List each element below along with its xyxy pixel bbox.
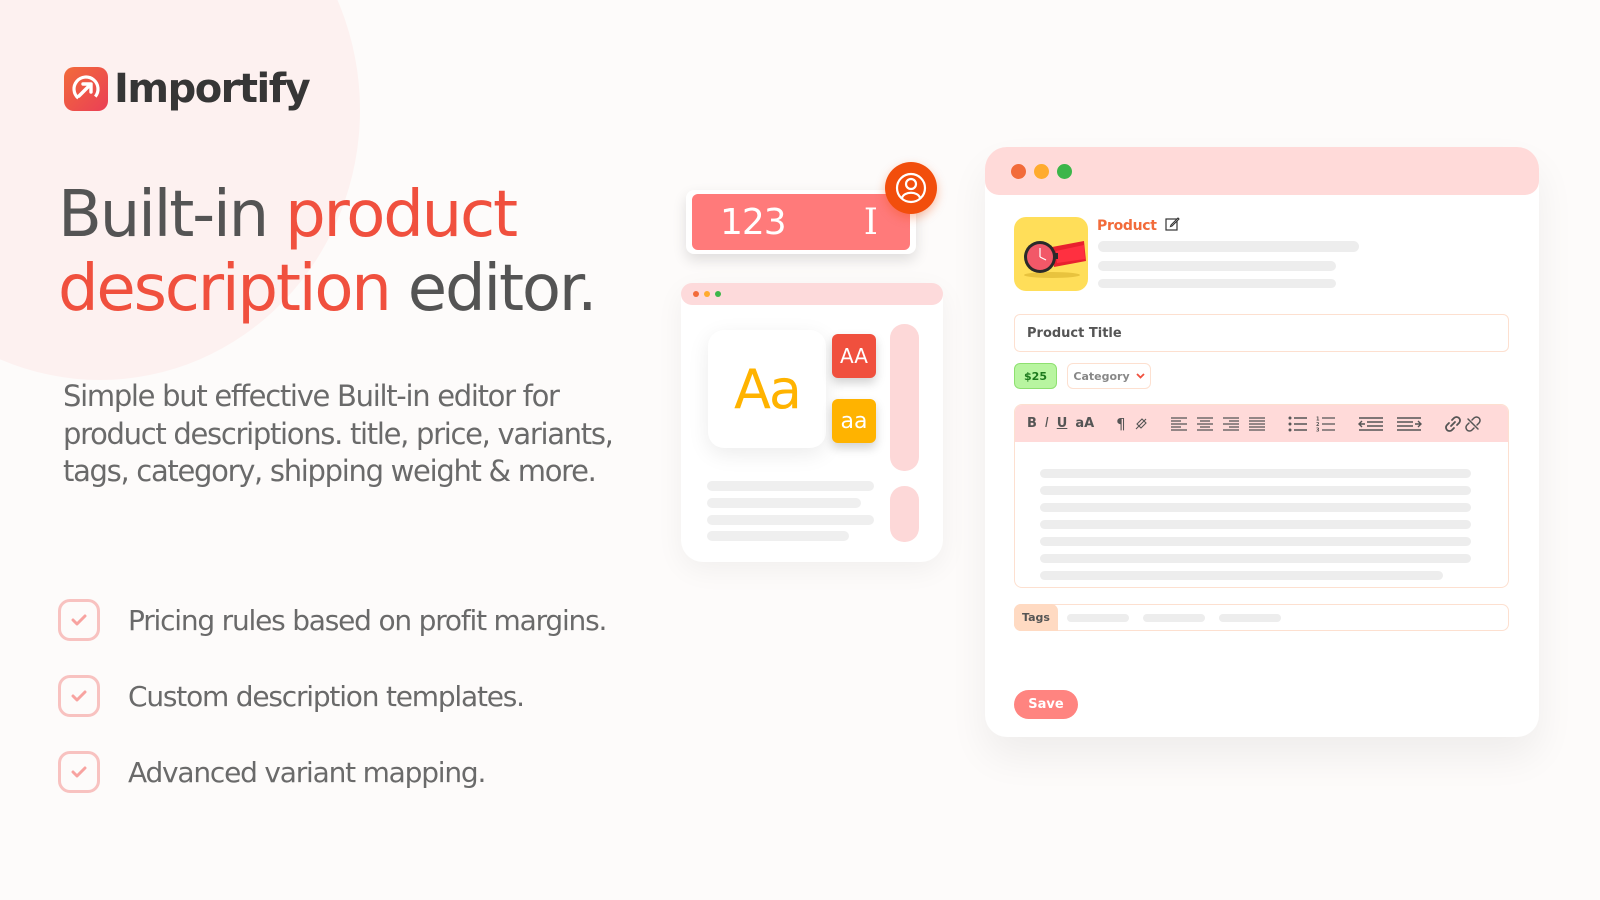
logo-mark-icon (64, 67, 108, 111)
chevron-down-icon (1135, 371, 1145, 382)
feature-list: Pricing rules based on profit margins. C… (58, 598, 607, 826)
numbered-list-icon[interactable]: 123 (1316, 412, 1336, 436)
headline-accent: product (285, 178, 518, 252)
brand-name: Importify (114, 66, 311, 112)
number-input-value: 123 (720, 201, 787, 243)
feature-item: Pricing rules based on profit margins. (58, 598, 607, 642)
scrollbar-track[interactable] (890, 324, 919, 471)
number-input[interactable]: 123 I (692, 194, 910, 250)
align-justify-icon[interactable] (1248, 412, 1266, 436)
clear-format-icon[interactable] (1134, 412, 1148, 436)
number-input-card: 123 I (686, 190, 916, 254)
bold-button[interactable]: B (1027, 412, 1037, 436)
category-dropdown[interactable]: Category (1067, 363, 1151, 389)
window-dot-yellow (704, 291, 710, 297)
link-icon[interactable] (1444, 412, 1462, 436)
check-square-icon (58, 751, 100, 793)
placeholder-line (707, 498, 861, 508)
lowercase-button[interactable]: aa (832, 399, 876, 443)
placeholder-line (1040, 554, 1471, 563)
indent-icon[interactable] (1396, 412, 1422, 436)
save-button[interactable]: Save (1014, 690, 1078, 719)
check-square-icon (58, 675, 100, 717)
placeholder-line (707, 481, 874, 491)
window-dot-yellow[interactable] (1034, 163, 1049, 179)
feature-item: Custom description templates. (58, 674, 606, 718)
product-editor-window: Product Product Title $25 Category B I U… (985, 147, 1539, 737)
product-label: Product (1097, 216, 1180, 235)
check-square-icon (58, 599, 100, 641)
align-left-icon[interactable] (1170, 412, 1188, 436)
placeholder-line (1040, 469, 1471, 478)
headline-accent: description (58, 252, 392, 326)
text-cursor-icon: I (863, 201, 878, 243)
uppercase-button[interactable]: AA (832, 334, 876, 378)
hero-subtext: Simple but effective Built-in editor for… (63, 379, 614, 488)
formatting-toolbar: B I U aA ¶ 1 2 3 (1015, 405, 1508, 442)
window-dot-red[interactable] (1011, 163, 1026, 179)
headline-text: Built-in (58, 178, 286, 252)
change-case-button[interactable]: aA (1075, 412, 1094, 436)
unlink-icon[interactable] (1464, 412, 1482, 436)
brand-logo: Importify (64, 66, 311, 112)
window-titlebar (681, 283, 943, 305)
placeholder-line (1040, 537, 1471, 546)
window-titlebar (985, 147, 1539, 195)
underline-button[interactable]: U (1057, 412, 1068, 436)
outdent-icon[interactable] (1357, 412, 1384, 436)
paragraph-icon[interactable]: ¶ (1116, 412, 1126, 436)
placeholder-line (1098, 279, 1336, 288)
font-preview-card: Aa (708, 330, 826, 448)
placeholder-line (1040, 520, 1471, 529)
tags-field[interactable]: Tags (1014, 604, 1509, 631)
edit-icon[interactable] (1165, 216, 1180, 235)
align-center-icon[interactable] (1196, 412, 1214, 436)
font-sample: Aa (733, 357, 802, 421)
placeholder-line (707, 531, 849, 541)
window-dot-green[interactable] (1057, 163, 1072, 179)
scrollbar-thumb[interactable] (890, 486, 919, 542)
align-right-icon[interactable] (1222, 412, 1240, 436)
placeholder-line (1040, 503, 1471, 512)
user-circle-icon (885, 162, 937, 214)
price-badge[interactable]: $25 (1014, 363, 1057, 389)
tags-label: Tags (1014, 604, 1058, 631)
tag-chip[interactable] (1143, 614, 1205, 622)
feature-item: Advanced variant mapping. (58, 750, 606, 794)
window-dot-red (693, 291, 699, 297)
feature-label: Advanced variant mapping. (128, 755, 486, 789)
italic-button[interactable]: I (1045, 412, 1049, 436)
feature-label: Custom description templates. (128, 679, 525, 713)
product-image (1014, 217, 1088, 291)
window-dot-green (715, 291, 721, 297)
product-label-text: Product (1097, 217, 1157, 234)
bullet-list-icon[interactable] (1288, 412, 1308, 436)
placeholder-line (1040, 486, 1471, 495)
tag-chip[interactable] (1067, 614, 1129, 622)
tag-chip[interactable] (1219, 614, 1281, 622)
category-label: Category (1073, 369, 1130, 383)
feature-label: Pricing rules based on profit margins. (128, 603, 607, 637)
placeholder-line (1098, 261, 1336, 271)
headline-text: editor. (389, 252, 598, 326)
placeholder-line (707, 515, 874, 525)
typography-window: Aa AA aa (681, 283, 943, 562)
description-editor[interactable]: B I U aA ¶ 1 2 3 (1014, 404, 1509, 588)
svg-text:3: 3 (1316, 427, 1320, 432)
product-title-field[interactable]: Product Title (1014, 314, 1509, 352)
placeholder-line (1040, 571, 1443, 580)
placeholder-line (1098, 241, 1359, 252)
page-headline: Built-in product description editor. (58, 178, 598, 326)
